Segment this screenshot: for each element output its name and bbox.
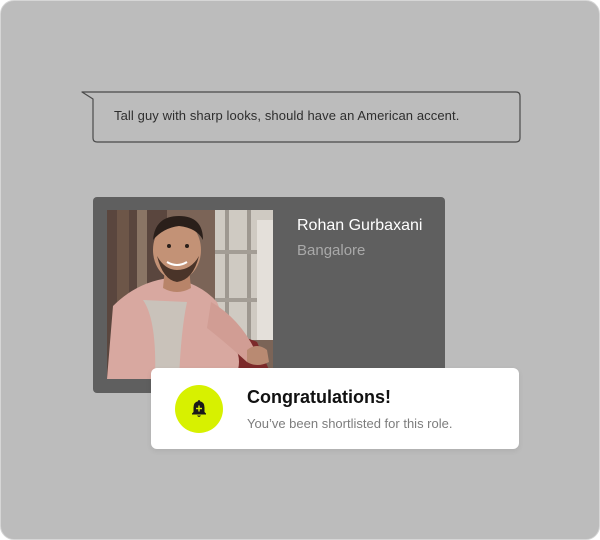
canvas: Tall guy with sharp looks, should have a… <box>0 0 600 540</box>
bell-icon <box>192 400 206 417</box>
shortlist-notification[interactable]: Congratulations! You’ve been shortlisted… <box>151 368 519 449</box>
notification-message: You’ve been shortlisted for this role. <box>247 416 453 431</box>
profile-name: Rohan Gurbaxani <box>297 217 423 234</box>
prompt-text: Tall guy with sharp looks, should have a… <box>114 108 460 123</box>
profile-card[interactable]: Rohan Gurbaxani Bangalore <box>93 197 445 393</box>
bell-badge <box>175 385 223 433</box>
profile-photo <box>107 210 273 379</box>
notification-title: Congratulations! <box>247 387 391 407</box>
person-photo-icon <box>107 210 273 379</box>
profile-location: Bangalore <box>297 242 366 259</box>
prompt-bubble: Tall guy with sharp looks, should have a… <box>81 91 521 143</box>
